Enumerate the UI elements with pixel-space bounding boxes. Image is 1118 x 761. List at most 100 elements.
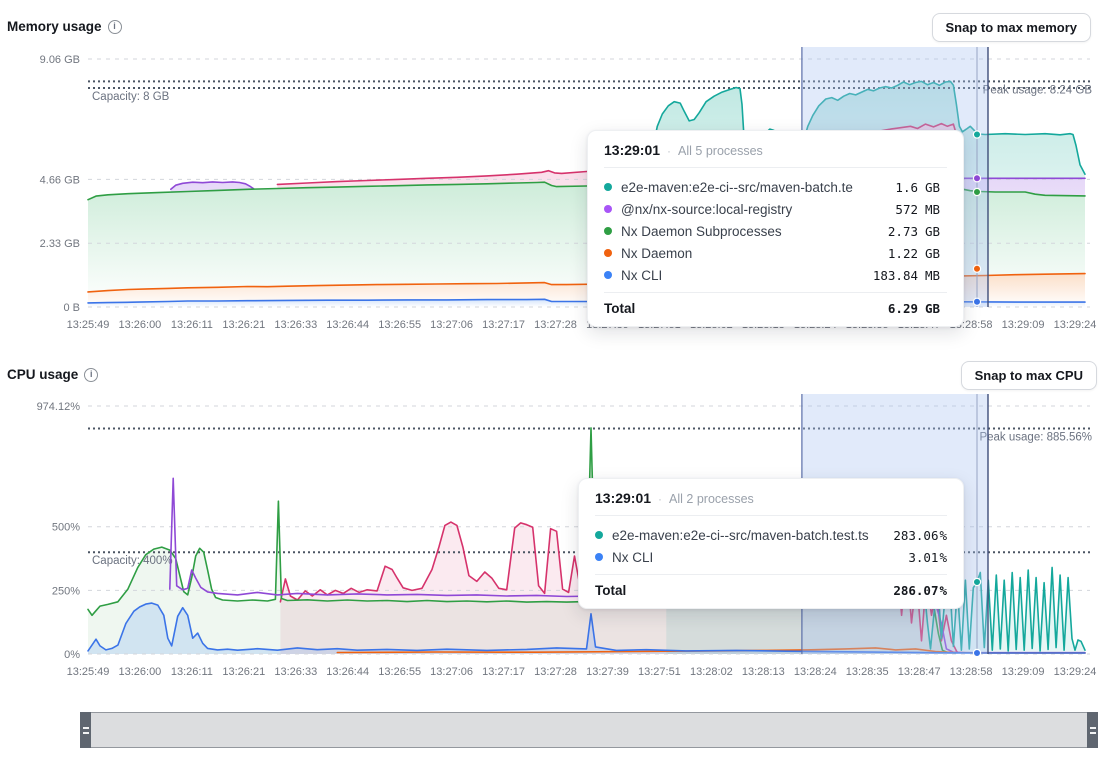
process-unit: % xyxy=(939,528,947,543)
x-axis-tick-label: 13:26:11 xyxy=(171,666,213,678)
process-name: Nx CLI xyxy=(621,268,853,283)
tooltip-total-row: Total 286.07% xyxy=(595,574,947,608)
tooltip-time: 13:29:01 xyxy=(604,142,660,158)
process-color-dot xyxy=(604,205,612,213)
total-label: Total xyxy=(604,301,853,316)
y-axis-tick-label: 250% xyxy=(52,585,80,597)
x-axis-tick-label: 13:27:28 xyxy=(534,666,577,678)
range-left-handle[interactable] xyxy=(80,712,91,748)
tooltip-subtitle: All 5 processes xyxy=(678,144,763,158)
y-axis-tick-label: 974.12% xyxy=(37,401,81,413)
memory-usage-title: Memory usage xyxy=(7,19,102,34)
hover-point-dot xyxy=(973,131,980,138)
process-unit: MB xyxy=(925,202,947,217)
process-value: 2.73 xyxy=(862,224,918,239)
process-color-dot xyxy=(604,249,612,257)
threshold-label: Capacity: 8 GB xyxy=(92,91,170,103)
x-axis-tick-label: 13:26:11 xyxy=(171,319,213,331)
x-axis-tick-label: 13:27:06 xyxy=(430,319,473,331)
x-axis-tick-label: 13:29:09 xyxy=(1002,319,1045,331)
process-value: 283.06 xyxy=(882,528,938,543)
process-color-dot xyxy=(595,531,603,539)
charts-canvas[interactable]: 9.06 GB 4.66 GB 2.33 GB 0 B Capacity: 8 GB Pe… xyxy=(0,0,1118,761)
grip-icon xyxy=(83,727,89,734)
cpu-usage-title: CPU usage xyxy=(7,367,78,382)
x-axis-tick-label: 13:28:58 xyxy=(950,666,993,678)
dot-separator: · xyxy=(667,144,671,158)
process-color-dot xyxy=(604,183,612,191)
process-name: Nx Daemon Subprocesses xyxy=(621,224,853,239)
total-value: 6.29 xyxy=(862,301,918,316)
total-label: Total xyxy=(595,583,873,598)
hover-point-dot xyxy=(973,298,980,305)
tooltip-row: e2e-maven:e2e-ci--src/maven-batch.test.t… xyxy=(595,524,947,546)
x-axis-tick-label: 13:29:24 xyxy=(1054,319,1097,331)
process-unit: % xyxy=(939,550,947,565)
hover-point-dot xyxy=(973,175,980,182)
memory-section-header: Memory usage i xyxy=(7,19,122,34)
process-value: 1.22 xyxy=(862,246,918,261)
x-axis-tick-label: 13:27:28 xyxy=(534,319,577,331)
threshold-label: Peak usage: 885.56% xyxy=(979,432,1092,444)
x-axis-tick-label: 13:27:06 xyxy=(430,666,473,678)
total-unit: GB xyxy=(925,301,947,316)
process-value: 3.01 xyxy=(882,550,938,565)
process-name: Nx Daemon xyxy=(621,246,853,261)
process-color-dot xyxy=(604,271,612,279)
tooltip-subtitle: All 2 processes xyxy=(669,492,754,506)
y-axis-tick-label: 9.06 GB xyxy=(40,54,80,66)
y-axis-tick-label: 500% xyxy=(52,522,80,534)
tooltip-row: e2e-maven:e2e-ci--src/maven-batch.test.t… xyxy=(604,176,947,198)
x-axis-tick-label: 13:26:21 xyxy=(222,319,265,331)
tooltip-row: Nx CLI 183.84MB xyxy=(604,264,947,286)
hover-point-dot xyxy=(973,188,980,195)
snap-to-max-cpu-button[interactable]: Snap to max CPU xyxy=(961,361,1097,390)
x-axis-tick-label: 13:26:33 xyxy=(274,319,317,331)
tooltip-time: 13:29:01 xyxy=(595,490,651,506)
process-value: 1.6 xyxy=(862,180,918,195)
range-right-handle[interactable] xyxy=(1087,712,1098,748)
x-axis-tick-label: 13:28:24 xyxy=(794,666,837,678)
y-axis-tick-label: 0 B xyxy=(63,302,80,314)
x-axis-tick-label: 13:26:00 xyxy=(118,666,161,678)
cpu-section-header: CPU usage i xyxy=(7,367,98,382)
process-unit: GB xyxy=(925,224,947,239)
memory-tooltip-rows: e2e-maven:e2e-ci--src/maven-batch.test.t… xyxy=(604,168,947,292)
grip-icon xyxy=(1090,727,1096,734)
tooltip-row: @nx/nx-source:local-registry 572MB xyxy=(604,198,947,220)
cpu-tooltip: 13:29:01 · All 2 processes e2e-maven:e2e… xyxy=(578,478,964,609)
y-axis-tick-label: 2.33 GB xyxy=(40,238,80,250)
snap-to-max-memory-button[interactable]: Snap to max memory xyxy=(932,13,1092,42)
total-value: 286.07 xyxy=(882,583,938,598)
process-value: 572 xyxy=(862,202,918,217)
cpu-info-icon[interactable]: i xyxy=(84,368,98,382)
y-axis-tick-label: 4.66 GB xyxy=(40,174,80,186)
process-name: e2e-maven:e2e-ci--src/maven-batch.test.t… xyxy=(612,528,873,543)
x-axis-tick-label: 13:26:33 xyxy=(274,666,317,678)
x-axis-tick-label: 13:28:35 xyxy=(846,666,889,678)
timeline-range-scrollbar[interactable] xyxy=(80,712,1098,748)
x-axis-tick-label: 13:26:00 xyxy=(118,319,161,331)
total-unit: % xyxy=(939,583,947,598)
x-axis-tick-label: 13:29:24 xyxy=(1054,666,1097,678)
tooltip-total-row: Total 6.29 GB xyxy=(604,292,947,326)
x-axis-tick-label: 13:27:51 xyxy=(638,666,681,678)
x-axis-tick-label: 13:28:13 xyxy=(742,666,785,678)
x-axis-tick-label: 13:26:44 xyxy=(326,319,369,331)
process-name: e2e-maven:e2e-ci--src/maven-batch.test.t… xyxy=(621,180,853,195)
x-axis-tick-label: 13:25:49 xyxy=(67,666,110,678)
x-axis-tick-label: 13:27:39 xyxy=(586,666,629,678)
threshold-label: Peak usage: 8.24 GB xyxy=(983,84,1093,96)
x-axis-tick-label: 13:27:17 xyxy=(482,666,525,678)
y-axis-tick-label: 0% xyxy=(64,649,80,661)
process-color-dot xyxy=(604,227,612,235)
memory-info-icon[interactable]: i xyxy=(108,20,122,34)
process-unit: GB xyxy=(925,180,947,195)
process-unit: MB xyxy=(925,268,947,283)
threshold-label: Capacity: 400% xyxy=(92,555,173,567)
cpu-tooltip-rows: e2e-maven:e2e-ci--src/maven-batch.test.t… xyxy=(595,516,947,574)
x-axis-tick-label: 13:28:47 xyxy=(898,666,941,678)
process-name: Nx CLI xyxy=(612,550,873,565)
memory-tooltip: 13:29:01 · All 5 processes e2e-maven:e2e… xyxy=(587,130,964,327)
process-color-dot xyxy=(595,553,603,561)
